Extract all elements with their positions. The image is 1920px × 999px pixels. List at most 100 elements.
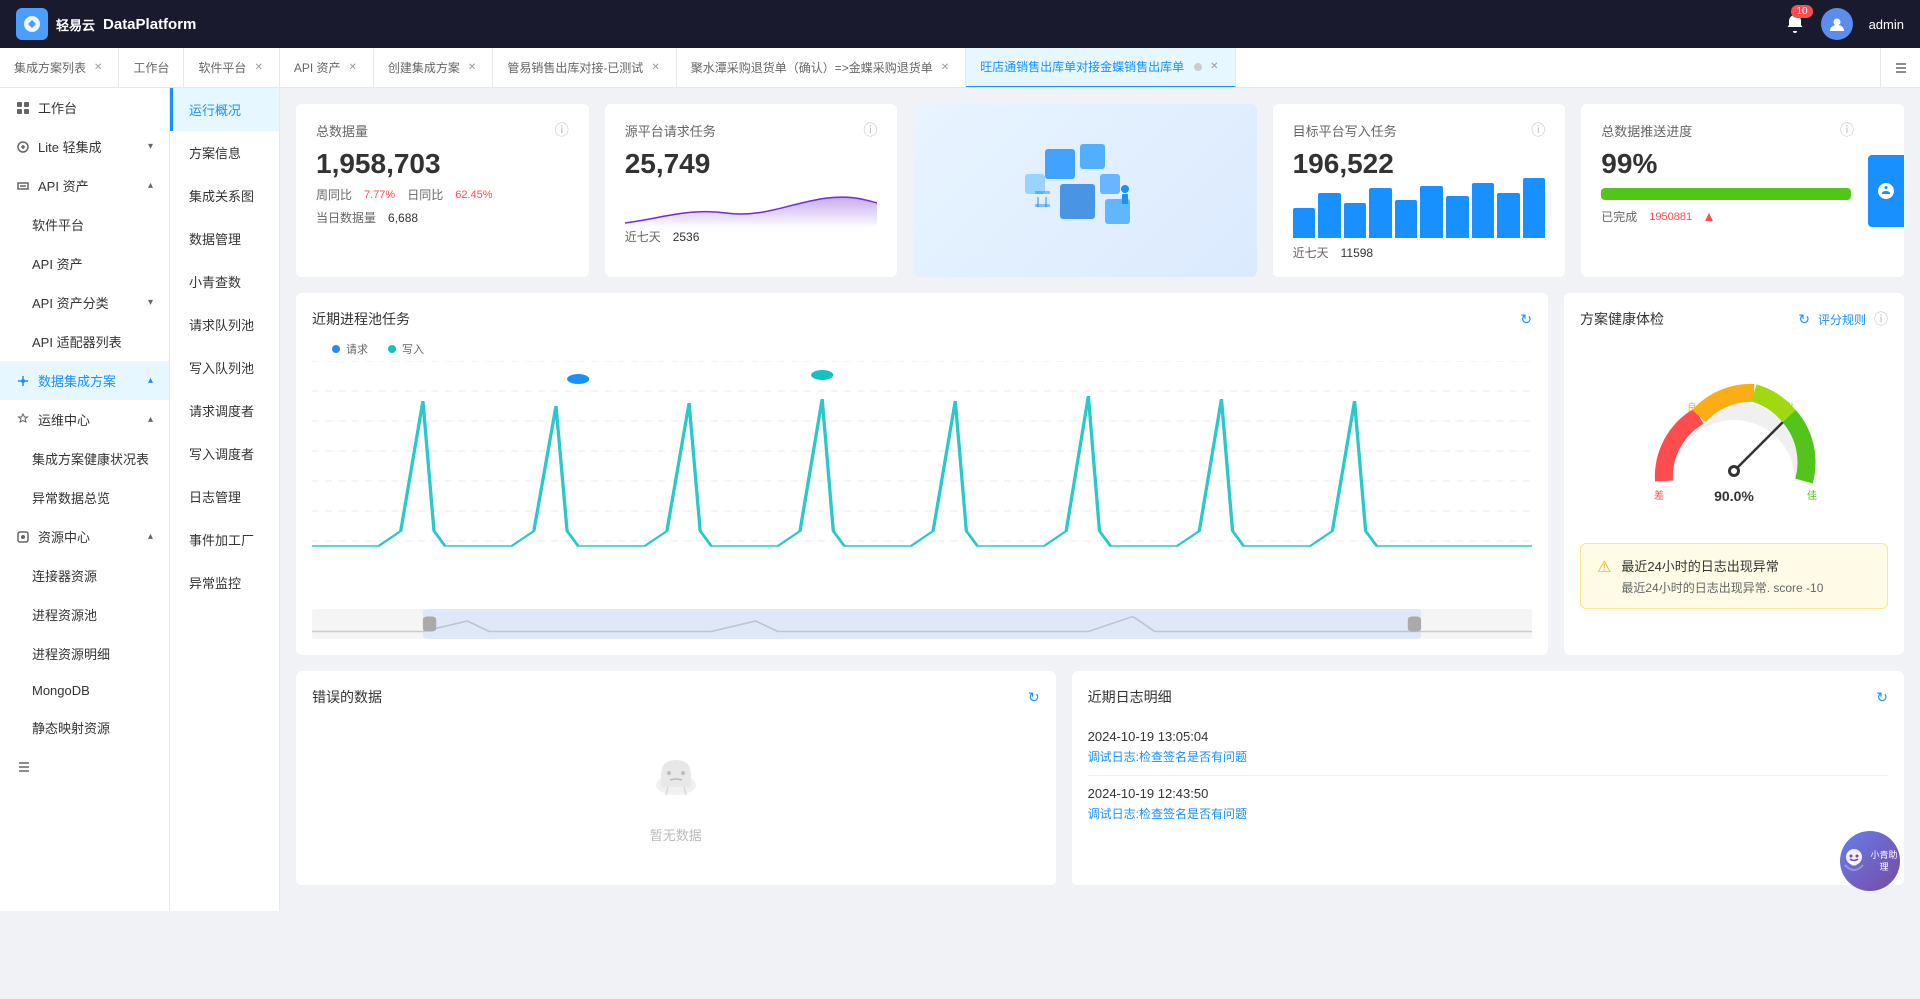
tab-label: 创建集成方案 (388, 59, 460, 76)
sub-nav-solution-info[interactable]: 方案信息 (170, 131, 279, 174)
sidebar-item-static-mapping[interactable]: 静态映射资源 (0, 708, 169, 747)
chevron-down-icon: ▴ (148, 375, 153, 386)
sub-nav-label: 事件加工厂 (189, 533, 254, 548)
sidebar-item-api[interactable]: API 资产 ▴ (0, 166, 169, 205)
tab-close-icon[interactable]: ✕ (92, 60, 104, 75)
empty-icon (646, 745, 706, 817)
info-icon[interactable]: ⓘ (1840, 120, 1854, 140)
sidebar-item-connector[interactable]: 连接器资源 (0, 556, 169, 595)
sidebar-collapse-button[interactable] (0, 747, 169, 790)
chart-scrollbar[interactable] (312, 609, 1532, 639)
sub-nav-label: 日志管理 (189, 490, 241, 505)
sidebar-item-process-pool[interactable]: 进程资源池 (0, 595, 169, 634)
sub-sidebar: 运行概况 方案信息 集成关系图 数据管理 小青查数 请求队列池 写入队列池 请求… (170, 88, 280, 911)
health-check-panel: 方案健康体检 ↻ 评分规则 ⓘ (1564, 293, 1904, 655)
tab-close-icon[interactable]: ✕ (466, 60, 478, 75)
tab-status-dot (1194, 63, 1202, 71)
sub-nav-label: 写入调度者 (189, 447, 254, 462)
log-desc[interactable]: 调试日志:检查签名是否有问题 (1088, 805, 1888, 822)
alert-box: ⚠ 最近24小时的日志出现异常 最近24小时的日志出现异常. score -10 (1580, 543, 1888, 609)
sub-nav-write-scheduler[interactable]: 写入调度者 (170, 432, 279, 475)
refresh-button[interactable]: ↻ (1028, 689, 1040, 706)
tab-workbench[interactable]: 工作台 (119, 48, 184, 88)
sub-nav-event-factory[interactable]: 事件加工厂 (170, 518, 279, 561)
chevron-down-icon: ▾ (148, 141, 153, 152)
settings-button[interactable] (1868, 155, 1904, 227)
health-refresh-button[interactable]: ↻ (1798, 311, 1810, 328)
log-item: 2024-10-19 12:43:50 调试日志:检查签名是否有问题 (1088, 776, 1888, 832)
username-label: admin (1869, 17, 1904, 32)
sub-nav-request-scheduler[interactable]: 请求调度者 (170, 389, 279, 432)
sidebar-item-resource[interactable]: 资源中心 ▴ (0, 517, 169, 556)
refresh-button[interactable]: ↻ (1876, 689, 1888, 706)
tab-close-icon[interactable]: ✕ (649, 60, 661, 75)
info-icon[interactable]: ⓘ (1531, 120, 1545, 140)
card-push-progress: 总数据推送进度 ⓘ 99% 已完成 1950881 (1581, 104, 1904, 277)
tab-create[interactable]: 创建集成方案 ✕ (374, 48, 493, 88)
sub-nav-request-queue[interactable]: 请求队列池 (170, 303, 279, 346)
sidebar-label: 进程资源池 (32, 605, 97, 624)
sidebar-item-mongodb[interactable]: MongoDB (0, 673, 169, 708)
week-ratio-value: 7.77% (364, 189, 395, 201)
sub-nav-label: 写入队列池 (189, 361, 254, 376)
notification-badge: 10 (1791, 5, 1812, 18)
dot-request-icon (332, 345, 340, 353)
card-title-label: 总数据推送进度 (1601, 121, 1692, 140)
tab-wangdian[interactable]: 旺店通销售出库单对接金蝶销售出库单 ✕ (966, 48, 1235, 88)
top-navigation: 轻易云 DataPlatform 10 admin (0, 0, 1920, 48)
tab-close-icon[interactable]: ✕ (347, 60, 359, 75)
sub-nav-log-mgmt[interactable]: 日志管理 (170, 475, 279, 518)
sidebar-item-ops[interactable]: 运维中心 ▴ (0, 400, 169, 439)
sub-nav-overview[interactable]: 运行概况 (170, 88, 279, 131)
chevron-down-icon: ▾ (148, 297, 153, 308)
info-icon[interactable]: ⓘ (1874, 309, 1888, 329)
sidebar-item-workbench[interactable]: 工作台 (0, 88, 169, 127)
tab-integration-list[interactable]: 集成方案列表 ✕ (0, 48, 119, 88)
tab-close-icon[interactable]: ✕ (252, 60, 264, 75)
tab-close-icon[interactable]: ✕ (939, 60, 951, 75)
log-list: 2024-10-19 13:05:04 调试日志:检查签名是否有问题 2024-… (1088, 719, 1888, 832)
tab-software[interactable]: 软件平台 ✕ (184, 48, 279, 88)
card-target-write: 目标平台写入任务 ⓘ 196,522 近七天 11598 (1273, 104, 1566, 277)
sidebar-item-software[interactable]: 软件平台 (0, 205, 169, 244)
platform-name: DataPlatform (103, 16, 196, 33)
tab-more-button[interactable] (1880, 48, 1920, 88)
sidebar-item-api-asset[interactable]: API 资产 (0, 244, 169, 283)
sidebar-item-exception[interactable]: 异常数据总览 (0, 478, 169, 517)
svg-text:良: 良 (1687, 401, 1697, 414)
sidebar-label: 异常数据总览 (32, 488, 110, 507)
dot-write-icon (388, 345, 396, 353)
sidebar-item-data-integration[interactable]: 数据集成方案 ▴ (0, 361, 169, 400)
sub-nav-data-mgmt[interactable]: 数据管理 (170, 217, 279, 260)
tab-api[interactable]: API 资产 ✕ (280, 48, 374, 88)
section-title: 近期进程池任务 (312, 309, 410, 329)
sub-nav-label: 请求调度者 (189, 404, 254, 419)
sub-nav-relation[interactable]: 集成关系图 (170, 174, 279, 217)
card-visual (913, 104, 1256, 277)
tab-close-icon[interactable]: ✕ (1208, 59, 1220, 74)
notification-bell[interactable]: 10 (1785, 13, 1805, 36)
card-title-label: 总数据量 (316, 121, 368, 140)
warning-icon: ⚠ (1597, 557, 1611, 596)
tab-guanyi[interactable]: 管易销售出库对接-已测试 ✕ (493, 48, 676, 88)
sidebar-label: 工作台 (38, 98, 77, 117)
log-desc[interactable]: 调试日志:检查签名是否有问题 (1088, 748, 1888, 765)
sub-nav-exception-monitor[interactable]: 异常监控 (170, 561, 279, 604)
info-icon[interactable]: ⓘ (863, 120, 877, 140)
sub-nav-write-queue[interactable]: 写入队列池 (170, 346, 279, 389)
bottom-row: 错误的数据 ↻ 暂无数据 (296, 671, 1904, 885)
score-rules-link[interactable]: 评分规则 (1818, 311, 1866, 328)
sidebar-item-api-category[interactable]: API 资产分类 ▾ (0, 283, 169, 322)
refresh-button[interactable]: ↻ (1520, 311, 1532, 328)
tab-jushuitan[interactable]: 聚水潭采购退货单（确认）=>金蝶采购退货单 ✕ (677, 48, 966, 88)
sidebar-item-health[interactable]: 集成方案健康状况表 (0, 439, 169, 478)
sub-nav-label: 运行概况 (189, 103, 241, 118)
float-assistant[interactable]: 小青助理 (1840, 831, 1900, 891)
sidebar-label: 数据集成方案 (38, 371, 116, 390)
info-icon[interactable]: ⓘ (555, 120, 569, 140)
sub-nav-query[interactable]: 小青查数 (170, 260, 279, 303)
tab-label: 工作台 (133, 59, 169, 76)
sidebar-item-process-detail[interactable]: 进程资源明细 (0, 634, 169, 673)
sidebar-item-lite[interactable]: Lite 轻集成 ▾ (0, 127, 169, 166)
sidebar-item-api-adapter[interactable]: API 适配器列表 (0, 322, 169, 361)
